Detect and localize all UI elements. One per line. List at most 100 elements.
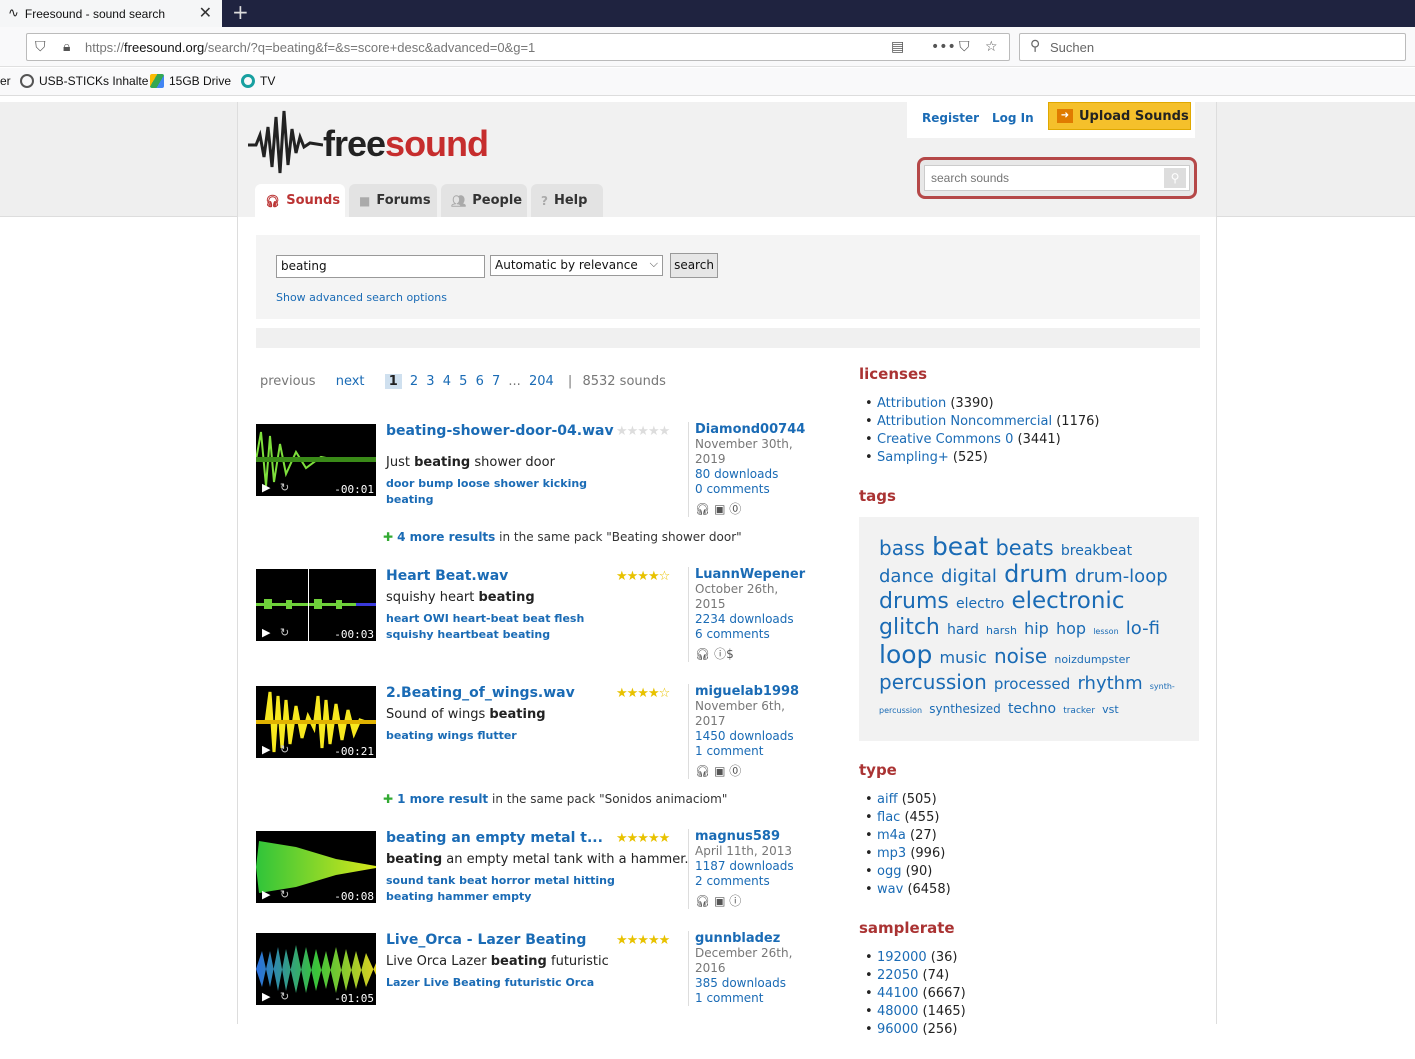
sound-user[interactable]: gunnbladez bbox=[695, 931, 808, 946]
tab-forums[interactable]: ■ Forums bbox=[349, 184, 437, 217]
page-6[interactable]: 6 bbox=[476, 374, 484, 389]
query-input[interactable]: beating bbox=[276, 255, 485, 278]
tag-cloud-item[interactable]: bass bbox=[879, 536, 925, 560]
bookmark-tv[interactable]: TV bbox=[241, 74, 275, 88]
bookmark-15gb-drive[interactable]: 15GB Drive bbox=[150, 74, 231, 88]
tag-cloud-item[interactable]: drum-loop bbox=[1075, 566, 1168, 587]
next-page[interactable]: next bbox=[336, 374, 365, 389]
browser-search-box[interactable]: ⚲ Suchen bbox=[1019, 33, 1406, 61]
tag-cloud-item[interactable]: harsh bbox=[986, 624, 1017, 637]
samplerate-link[interactable]: 96000 bbox=[877, 1022, 918, 1037]
page-4[interactable]: 4 bbox=[443, 374, 451, 389]
new-tab-icon[interactable]: + bbox=[232, 0, 249, 24]
tag-cloud-item[interactable]: noise bbox=[994, 644, 1047, 668]
play-icon[interactable]: ▶ bbox=[262, 743, 270, 756]
close-tab-icon[interactable]: ✕ bbox=[199, 3, 212, 22]
loop-icon[interactable]: ↻ bbox=[280, 626, 289, 639]
samplerate-link[interactable]: 44100 bbox=[877, 986, 918, 1001]
sound-user[interactable]: LuannWepener bbox=[695, 567, 808, 582]
search-sounds-input[interactable] bbox=[924, 165, 1190, 191]
tag-cloud-item[interactable]: drum bbox=[1004, 560, 1068, 588]
tag-cloud-item[interactable]: dance bbox=[879, 566, 934, 587]
sound-tags[interactable]: beating wings flutter bbox=[386, 728, 636, 744]
advanced-search-link[interactable]: Show advanced search options bbox=[276, 291, 447, 304]
bookmark-item[interactable]: er bbox=[0, 74, 11, 88]
tag-cloud-item[interactable]: lesson bbox=[1093, 627, 1118, 636]
samplerate-link[interactable]: 192000 bbox=[877, 950, 927, 965]
tag-cloud-item[interactable]: tracker bbox=[1063, 706, 1095, 716]
login-link[interactable]: Log In bbox=[992, 111, 1034, 125]
type-link[interactable]: mp3 bbox=[877, 846, 906, 861]
type-link[interactable]: ogg bbox=[877, 864, 901, 879]
freesound-logo[interactable]: freesound bbox=[248, 107, 493, 177]
page-7[interactable]: 7 bbox=[492, 374, 500, 389]
tag-cloud-item[interactable]: rhythm bbox=[1077, 673, 1142, 694]
tag-cloud-item[interactable]: beat bbox=[932, 532, 988, 561]
loop-icon[interactable]: ↻ bbox=[280, 990, 289, 1003]
url-bar[interactable]: ⛉ 🔒︎ https://freesound.org/search/?q=bea… bbox=[26, 33, 1010, 61]
sound-comments[interactable]: 1 comment bbox=[695, 991, 808, 1006]
sound-title[interactable]: 2.Beating_of_wings.wav bbox=[386, 686, 614, 701]
sound-title[interactable]: Heart Beat.wav bbox=[386, 569, 614, 584]
tab-sounds[interactable]: 🎧︎ Sounds bbox=[255, 184, 345, 217]
lock-icon[interactable]: 🔒︎ bbox=[63, 39, 70, 55]
waveform-player[interactable]: ▶ ↻ -01:05 bbox=[256, 933, 376, 1005]
license-link[interactable]: Attribution bbox=[877, 396, 946, 411]
waveform-player[interactable]: ▶ ↻ -00:01 bbox=[256, 424, 376, 496]
sound-title[interactable]: Live_Orca - Lazer Beating bbox=[386, 933, 614, 948]
sound-downloads[interactable]: 1187 downloads bbox=[695, 859, 808, 874]
license-link[interactable]: Creative Commons 0 bbox=[877, 432, 1013, 447]
waveform-player[interactable]: ▶ ↻ -00:21 bbox=[256, 686, 376, 758]
type-link[interactable]: m4a bbox=[877, 828, 906, 843]
tab-help[interactable]: ? Help bbox=[531, 184, 603, 217]
sound-tags[interactable]: sound tank beat horror metal hitting bea… bbox=[386, 873, 661, 905]
tag-cloud-item[interactable]: hard bbox=[947, 622, 979, 638]
tag-cloud-item[interactable]: breakbeat bbox=[1061, 543, 1132, 559]
page-2[interactable]: 2 bbox=[410, 374, 418, 389]
sound-tags[interactable]: Lazer Live Beating futuristic Orca bbox=[386, 975, 636, 991]
search-button[interactable]: search bbox=[670, 253, 718, 278]
sound-title[interactable]: beating an empty metal t... bbox=[386, 831, 614, 846]
tag-cloud-item[interactable]: music bbox=[940, 648, 987, 667]
sound-tags[interactable]: door bump loose shower kicking beating bbox=[386, 476, 636, 508]
tag-cloud-item[interactable]: hip bbox=[1024, 619, 1049, 638]
tag-cloud-item[interactable]: loop bbox=[879, 640, 932, 669]
bookmark-usb-sticks[interactable]: USB-STICKs Inhalte bbox=[20, 74, 148, 88]
loop-icon[interactable]: ↻ bbox=[280, 481, 289, 494]
tag-cloud-item[interactable]: noizdumpster bbox=[1054, 653, 1130, 666]
more-results-link[interactable]: ✚ 4 more results in the same pack "Beatin… bbox=[383, 530, 742, 544]
sound-comments[interactable]: 6 comments bbox=[695, 627, 808, 642]
tag-cloud-item[interactable]: electronic bbox=[1011, 588, 1124, 614]
tag-cloud-item[interactable]: digital bbox=[941, 566, 997, 587]
type-link[interactable]: flac bbox=[877, 810, 900, 825]
sound-tags[interactable]: heart OWI heart-beat beat flesh squishy … bbox=[386, 611, 631, 643]
tag-cloud-item[interactable]: hop bbox=[1056, 619, 1086, 638]
license-link[interactable]: Sampling+ bbox=[877, 450, 949, 465]
sound-downloads[interactable]: 385 downloads bbox=[695, 976, 808, 991]
tag-cloud-item[interactable]: techno bbox=[1008, 701, 1056, 717]
samplerate-link[interactable]: 22050 bbox=[877, 968, 918, 983]
play-icon[interactable]: ▶ bbox=[262, 888, 270, 901]
loop-icon[interactable]: ↻ bbox=[280, 743, 289, 756]
register-link[interactable]: Register bbox=[922, 111, 979, 125]
reader-view-icon[interactable]: ▤ bbox=[891, 39, 904, 55]
waveform-player[interactable]: ▶ ↻ -00:03 bbox=[256, 569, 376, 641]
tag-cloud-item[interactable]: lo-fi bbox=[1126, 618, 1160, 639]
tag-cloud-item[interactable]: vst bbox=[1102, 703, 1119, 716]
sound-comments[interactable]: 2 comments bbox=[695, 874, 808, 889]
sound-user[interactable]: magnus589 bbox=[695, 829, 808, 844]
loop-icon[interactable]: ↻ bbox=[280, 888, 289, 901]
sound-user[interactable]: Diamond00744 bbox=[695, 422, 808, 437]
sound-user[interactable]: miguelab1998 bbox=[695, 684, 808, 699]
sound-comments[interactable]: 0 comments bbox=[695, 482, 808, 497]
tag-cloud-item[interactable]: electro bbox=[956, 596, 1004, 612]
play-icon[interactable]: ▶ bbox=[262, 626, 270, 639]
samplerate-link[interactable]: 48000 bbox=[877, 1004, 918, 1019]
sound-downloads[interactable]: 80 downloads bbox=[695, 467, 808, 482]
sound-downloads[interactable]: 1450 downloads bbox=[695, 729, 808, 744]
tag-cloud-item[interactable]: drums bbox=[879, 589, 949, 614]
page-last[interactable]: 204 bbox=[529, 374, 554, 389]
license-link[interactable]: Attribution Noncommercial bbox=[877, 414, 1052, 429]
tag-cloud-item[interactable]: glitch bbox=[879, 615, 940, 640]
bookmark-star-icon[interactable]: ☆ bbox=[985, 39, 998, 55]
